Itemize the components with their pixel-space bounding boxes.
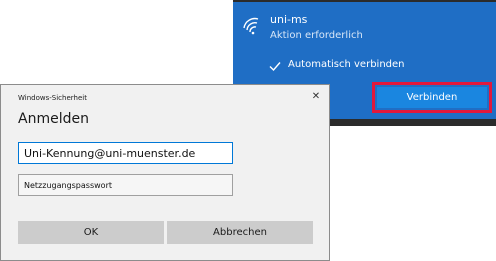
username-input[interactable] [18,142,233,164]
windows-security-dialog: Windows-Sicherheit ✕ Anmelden OK Abbrech… [0,84,330,261]
password-input[interactable] [18,174,233,196]
dialog-caption: Windows-Sicherheit [18,94,87,102]
connect-button[interactable]: Verbinden [377,87,487,108]
checkmark-icon[interactable] [268,58,282,72]
network-status: Aktion erforderlich [270,30,363,41]
auto-connect-label[interactable]: Automatisch verbinden [288,59,405,70]
ok-button[interactable]: OK [18,221,164,244]
close-icon[interactable]: ✕ [310,91,322,103]
wifi-signal-icon [242,16,262,36]
dialog-title: Anmelden [18,111,89,127]
network-name: uni-ms [270,13,308,26]
cancel-button[interactable]: Abbrechen [167,221,313,244]
